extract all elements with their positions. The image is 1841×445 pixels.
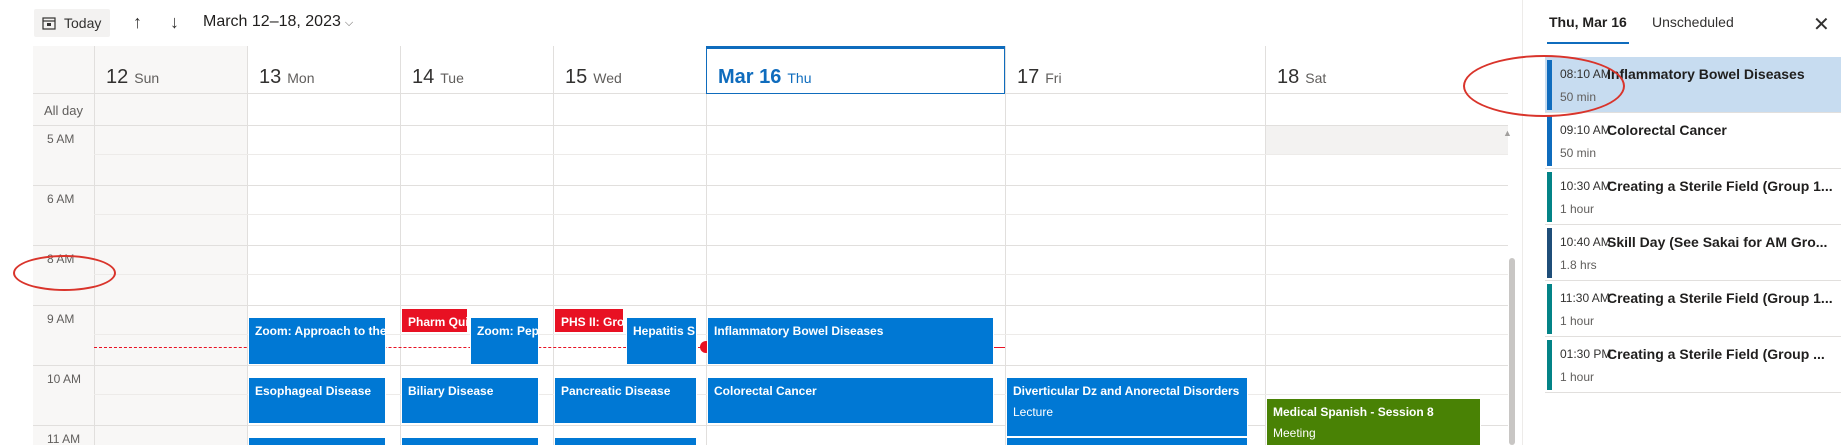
day-header-wed[interactable]: 15 Wed [565, 66, 622, 89]
date-range-picker[interactable]: March 12–18, 2023 ⌵ [203, 13, 353, 31]
close-icon[interactable]: ✕ [1813, 12, 1830, 37]
agenda-duration: 1 hour [1560, 314, 1595, 328]
active-tab-indicator [1547, 42, 1629, 44]
day-header-thu[interactable]: Mar 16 Thu [718, 66, 812, 89]
agenda-color-bar [1547, 284, 1552, 334]
agenda-item[interactable]: 01:30 PM Creating a Sterile Field (Group… [1545, 337, 1841, 393]
day-header-fri[interactable]: 17 Fri [1017, 66, 1062, 89]
scroll-up-icon[interactable]: ▲ [1503, 128, 1512, 138]
agenda-title: Inflammatory Bowel Diseases [1607, 66, 1805, 82]
event-title: Medical Spanish - Session 8 [1273, 405, 1434, 419]
event-tue-zoom[interactable]: Zoom: Pep [470, 317, 539, 365]
event-mon-next[interactable] [248, 437, 386, 445]
event-wed-next[interactable] [554, 437, 697, 445]
agenda-title: Skill Day (See Sakai for AM Gro... [1607, 234, 1828, 250]
date-range-label: March 12–18, 2023 [203, 13, 341, 30]
hour-label: 5 AM [47, 132, 75, 146]
agenda-item[interactable]: 10:40 AM Skill Day (See Sakai for AM Gro… [1545, 225, 1841, 281]
event-tue-biliary[interactable]: Biliary Disease [401, 377, 539, 424]
hour-line [33, 245, 1508, 246]
agenda-time: 10:30 AM [1560, 179, 1611, 193]
tab-unscheduled[interactable]: Unscheduled [1652, 14, 1734, 30]
agenda-item[interactable]: 09:10 AM Colorectal Cancer 50 min [1545, 113, 1841, 169]
agenda-duration: 1 hour [1560, 202, 1595, 216]
event-tue-pharm[interactable]: Pharm Qui [401, 308, 468, 333]
sat-shaded-block [1266, 125, 1508, 155]
hour-line [33, 185, 1508, 186]
agenda-item[interactable]: 11:30 AM Creating a Sterile Field (Group… [1545, 281, 1841, 337]
agenda-duration: 1 hour [1560, 370, 1595, 384]
agenda-time: 10:40 AM [1560, 235, 1611, 249]
agenda-time: 01:30 PM [1560, 347, 1612, 361]
event-mon-zoom[interactable]: Zoom: Approach to the [248, 317, 386, 365]
event-mon-esophageal[interactable]: Esophageal Disease [248, 377, 386, 424]
agenda-color-bar [1547, 116, 1552, 166]
hour-label: 10 AM [47, 372, 82, 386]
hour-label: 9 AM [47, 312, 75, 326]
annotation-circle-agenda-time [1463, 55, 1625, 117]
event-wed-pancreatic[interactable]: Pancreatic Disease [554, 377, 697, 424]
event-subtitle: Lecture [1013, 405, 1054, 419]
allday-divider [33, 125, 1508, 126]
now-line-past [94, 347, 706, 348]
day-agenda-panel: Thu, Mar 16 Unscheduled ✕ 08:10 AM Infla… [1463, 0, 1841, 445]
scrollbar-thumb[interactable] [1509, 258, 1515, 445]
agenda-duration: 50 min [1560, 146, 1597, 160]
event-wed-phs[interactable]: PHS II: Gro [554, 308, 624, 333]
calendar-toolbar: Today ↑ ↓ March 12–18, 2023 ⌵ [0, 0, 1515, 46]
tab-day[interactable]: Thu, Mar 16 [1549, 14, 1627, 30]
chevron-down-icon: ⌵ [344, 17, 354, 29]
event-sat-spanish[interactable]: Medical Spanish - Session 8 Meeting [1266, 398, 1481, 445]
agenda-title: Creating a Sterile Field (Group 1... [1607, 290, 1833, 306]
half-hour-line [94, 154, 1508, 155]
event-tue-next[interactable] [401, 437, 539, 445]
agenda-title: Colorectal Cancer [1607, 122, 1727, 138]
day-header-sat[interactable]: 18 Sat [1277, 66, 1326, 89]
hour-line [33, 305, 1508, 306]
day-header-mon[interactable]: 13 Mon [259, 66, 314, 89]
allday-label: All day [44, 103, 84, 118]
agenda-color-bar [1547, 340, 1552, 390]
agenda-title: Creating a Sterile Field (Group 1... [1607, 178, 1833, 194]
half-hour-line [94, 214, 1508, 215]
today-button-label: Today [64, 15, 102, 31]
hour-label: 11 AM [47, 432, 81, 445]
agenda-title: Creating a Sterile Field (Group ... [1607, 346, 1825, 362]
event-thu-colorectal[interactable]: Colorectal Cancer [707, 377, 994, 424]
calendar-today-icon [42, 17, 56, 30]
event-fri-diverticular[interactable]: Diverticular Dz and Anorectal Disorders L… [1006, 377, 1248, 437]
agenda-color-bar [1547, 228, 1552, 278]
week-grid: 12 Sun 13 Mon 14 Tue 15 Wed Mar 16 Thu 17 Fri … [33, 46, 1508, 445]
hour-label: 6 AM [47, 192, 75, 206]
agenda-duration: 1.8 hrs [1560, 258, 1597, 272]
arrow-down-icon[interactable]: ↓ [170, 12, 179, 33]
agenda-color-bar [1547, 172, 1552, 222]
agenda-item[interactable]: 10:30 AM Creating a Sterile Field (Group… [1545, 169, 1841, 225]
event-fri-next[interactable] [1006, 437, 1248, 445]
today-button[interactable]: Today [34, 9, 110, 37]
day-header-sun[interactable]: 12 Sun [106, 66, 159, 89]
annotation-circle-9am [13, 255, 116, 291]
agenda-time: 09:10 AM [1560, 123, 1611, 137]
half-hour-line [94, 274, 1508, 275]
hour-line [33, 365, 1508, 366]
event-title: Diverticular Dz and Anorectal Disorders [1013, 384, 1240, 398]
day-header-tue[interactable]: 14 Tue [412, 66, 464, 89]
arrow-up-icon[interactable]: ↑ [133, 12, 142, 33]
event-thu-ibd[interactable]: Inflammatory Bowel Diseases [707, 317, 994, 365]
agenda-time: 11:30 AM [1560, 291, 1610, 305]
event-wed-hepatitis[interactable]: Hepatitis S [626, 317, 697, 365]
event-subtitle: Meeting [1273, 426, 1316, 440]
